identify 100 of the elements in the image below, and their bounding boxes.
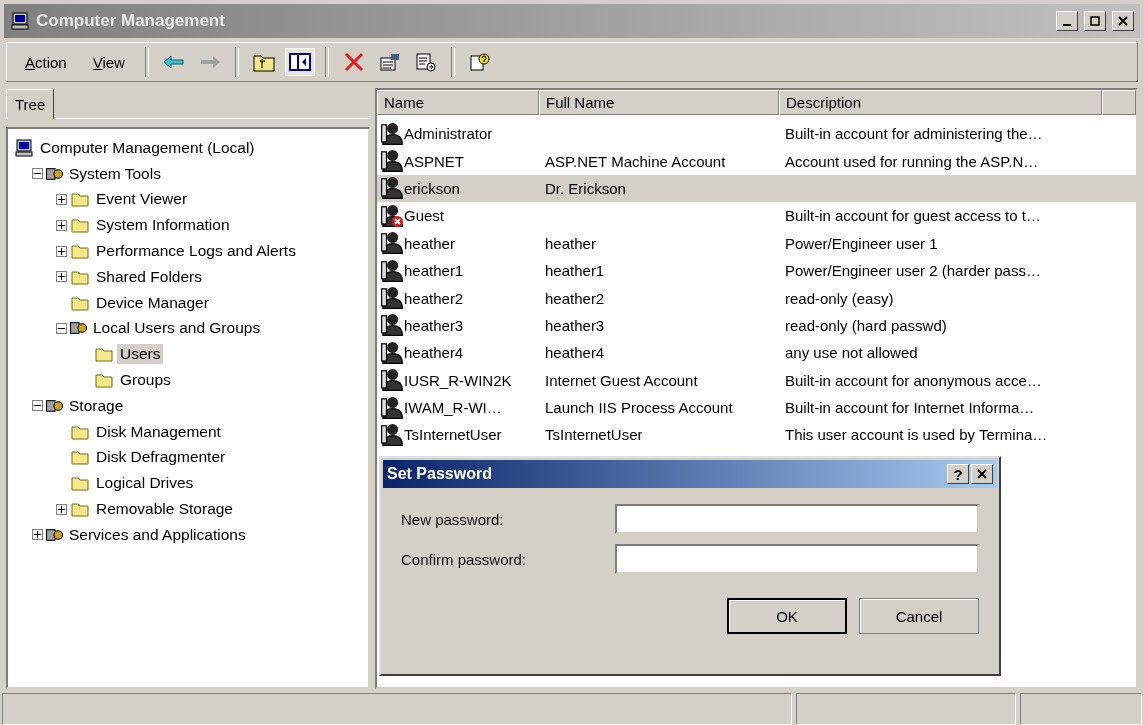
user-name: erickson: [404, 179, 460, 197]
full-name: Internet Guest Account: [545, 371, 698, 389]
full-name: heather: [545, 234, 596, 252]
user-row[interactable]: heather1 heather1 Power/Engineer user 2 (harder pass…: [377, 256, 1136, 285]
user-name: Guest: [404, 207, 445, 225]
close-icon: [977, 469, 987, 479]
plus-icon: [58, 221, 65, 229]
collapse-toggle[interactable]: [32, 168, 43, 180]
tree-tab[interactable]: Tree: [6, 89, 55, 119]
full-name: heather2: [545, 289, 605, 307]
user-row[interactable]: erickson Dr. Erickson: [377, 174, 1136, 203]
expand-toggle[interactable]: [56, 245, 67, 257]
tree-item[interactable]: Performance Logs and Alerts: [93, 241, 299, 262]
tree-item[interactable]: Event Viewer: [93, 189, 191, 210]
minimize-icon: [1063, 24, 1071, 26]
user-name: IUSR_R-WIN2K: [404, 371, 512, 389]
description: read-only (easy): [785, 289, 894, 307]
tree-item[interactable]: Computer Management (Local): [37, 137, 258, 158]
password-field[interactable]: [615, 544, 979, 574]
description: Built-in account for guest access to t…: [785, 207, 1041, 225]
user-row[interactable]: heather heather Power/Engineer user 1: [377, 229, 1136, 257]
dialog-title: Set Password: [387, 465, 493, 483]
full-name: TsInternetUser: [545, 426, 643, 444]
description: Power/Engineer user 1: [785, 234, 938, 252]
menu-item[interactable]: Action: [15, 49, 77, 75]
tree-item[interactable]: Disk Management: [93, 421, 224, 442]
user-name: Administrator: [404, 125, 493, 143]
user-row[interactable]: Administrator Built-in account for administering the…: [377, 120, 1136, 148]
tree-item[interactable]: Device Manager: [93, 292, 212, 313]
tree-item[interactable]: Groups: [117, 370, 174, 391]
computer-icon: [14, 137, 34, 158]
user-name: TsInternetUser: [404, 426, 502, 444]
description: Account used for running the ASP.N…: [785, 152, 1039, 170]
tree-item[interactable]: Users: [117, 344, 164, 365]
tree-item[interactable]: System Information: [93, 215, 233, 236]
full-name: heather3: [545, 316, 605, 334]
full-name: Launch IIS Process Account: [545, 399, 733, 417]
description: Power/Engineer user 2 (harder pass…: [785, 262, 1041, 280]
collapse-toggle[interactable]: [56, 322, 67, 334]
full-name: heather4: [545, 344, 605, 362]
field-label: Confirm password:: [401, 550, 527, 568]
user-row[interactable]: ASPNET ASP.NET Machine Account Account used for running the ASP.N…: [377, 147, 1136, 175]
column-header[interactable]: Name: [377, 90, 539, 115]
tree-item[interactable]: Services and Applications: [66, 524, 249, 545]
pane-toggle-button[interactable]: [284, 48, 315, 76]
expand-toggle[interactable]: [56, 503, 67, 515]
close-button[interactable]: [1112, 11, 1134, 31]
column-header[interactable]: Full Name: [539, 90, 779, 115]
plus-icon: [34, 531, 41, 539]
description: This user account is used by Termina…: [785, 426, 1048, 444]
plus-icon: [58, 196, 65, 203]
minimize-button[interactable]: [1056, 11, 1078, 31]
expand-toggle[interactable]: [32, 529, 43, 541]
plus-icon: [58, 505, 65, 513]
collapse-toggle[interactable]: [32, 400, 43, 412]
description: any use not allowed: [785, 344, 918, 362]
maximize-button[interactable]: [1084, 11, 1106, 31]
tree-item[interactable]: Storage: [66, 395, 127, 416]
cancel-button[interactable]: Cancel: [859, 598, 979, 634]
description: Built-in account for Internet Informa…: [785, 399, 1035, 417]
menu-item[interactable]: View: [82, 49, 135, 75]
plus-icon: [58, 273, 65, 281]
help-button[interactable]: ?: [947, 464, 969, 484]
user-name: heather3: [404, 316, 464, 334]
computer-icon: [10, 11, 30, 31]
close-icon: [1118, 16, 1128, 26]
tree-item[interactable]: Disk Defragmenter: [93, 447, 229, 468]
tree-item[interactable]: System Tools: [66, 163, 164, 184]
plus-icon: [58, 247, 65, 255]
tree-item[interactable]: Local Users and Groups: [90, 318, 264, 339]
user-row[interactable]: IWAM_R-WI… Launch IIS Process Account Built-in account for Internet Informa…: [377, 393, 1136, 422]
tree-item[interactable]: Logical Drives: [93, 473, 197, 494]
expand-toggle[interactable]: [56, 271, 67, 283]
expand-toggle[interactable]: [56, 194, 67, 205]
back-arrow-icon: [162, 55, 185, 69]
maximize-icon: [1090, 16, 1100, 26]
full-name: Dr. Erickson: [545, 179, 626, 197]
column-header[interactable]: [1102, 90, 1136, 115]
tree-item[interactable]: Shared Folders: [93, 266, 205, 287]
user-name: heather1: [404, 262, 464, 280]
user-name: heather4: [404, 344, 464, 362]
user-row[interactable]: heather3 heather3 read-only (hard passwd): [377, 311, 1136, 340]
forward-arrow-icon: [198, 55, 221, 69]
user-row[interactable]: TsInternetUser TsInternetUser This user account is used by Termina…: [377, 421, 1136, 449]
close-button[interactable]: [971, 464, 993, 484]
full-name: heather1: [545, 262, 605, 280]
description: Built-in account for anonymous acce…: [785, 371, 1042, 389]
description: read-only (hard passwd): [785, 316, 947, 334]
expand-toggle[interactable]: [56, 219, 67, 231]
tree-item[interactable]: Removable Storage: [93, 499, 236, 520]
user-row[interactable]: IUSR_R-WIN2K Internet Guest Account Built-in account for anonymous acce…: [377, 366, 1136, 394]
user-name: heather: [404, 234, 455, 252]
user-row[interactable]: heather2 heather2 read-only (easy): [377, 284, 1136, 312]
password-field[interactable]: [615, 504, 979, 534]
full-name: ASP.NET Machine Account: [545, 152, 726, 170]
ok-button[interactable]: OK: [727, 598, 847, 634]
description: Built-in account for administering the…: [785, 125, 1043, 143]
user-row[interactable]: heather4 heather4 any use not allowed: [377, 339, 1136, 367]
column-header[interactable]: Description: [779, 90, 1102, 115]
field-label: New password:: [401, 510, 504, 528]
